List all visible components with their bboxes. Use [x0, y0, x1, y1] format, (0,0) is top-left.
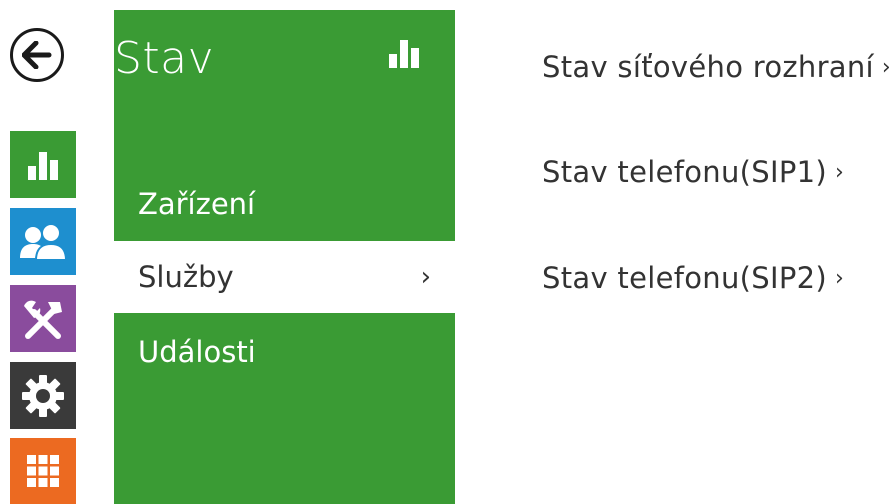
hammer-wrench-icon [24, 300, 62, 339]
nav-users[interactable] [10, 208, 76, 275]
nav-settings[interactable] [10, 362, 76, 429]
menu-item-sluzby[interactable]: Služby › [114, 241, 455, 313]
link-sip2-status[interactable]: Stav telefonu(SIP2) › [542, 261, 844, 295]
menu-title: Stav [114, 33, 215, 84]
link-network-status[interactable]: Stav síťového rozhraní › [542, 50, 889, 84]
chevron-right-icon: › [882, 55, 889, 80]
bar-chart-icon [389, 40, 419, 68]
link-label: Stav telefonu(SIP1) [542, 155, 827, 189]
menu-panel: Stav Zařízení Služby › Události [114, 10, 455, 504]
menu-item-udalosti[interactable]: Události [114, 316, 455, 388]
menu-item-label: Události [138, 335, 256, 369]
nav-apps[interactable] [10, 438, 76, 504]
back-button[interactable] [10, 28, 64, 82]
menu-item-label: Služby [138, 260, 234, 294]
nav-status[interactable] [10, 131, 76, 198]
link-sip1-status[interactable]: Stav telefonu(SIP1) › [542, 155, 844, 189]
chevron-right-icon: › [420, 262, 431, 292]
nav-hardware[interactable] [10, 285, 76, 352]
arrow-left-icon [22, 41, 52, 69]
link-label: Stav síťového rozhraní [542, 50, 874, 84]
gear-icon [22, 374, 64, 417]
grid-icon [27, 455, 59, 487]
link-label: Stav telefonu(SIP2) [542, 261, 827, 295]
chevron-right-icon: › [834, 266, 845, 291]
app-root: Stav Zařízení Služby › Události Stav síť… [0, 0, 889, 504]
bar-chart-icon [28, 151, 58, 180]
menu-item-label: Zařízení [138, 187, 256, 221]
users-icon [20, 222, 67, 261]
chevron-right-icon: › [834, 160, 845, 185]
menu-item-zarizeni[interactable]: Zařízení [114, 168, 455, 240]
